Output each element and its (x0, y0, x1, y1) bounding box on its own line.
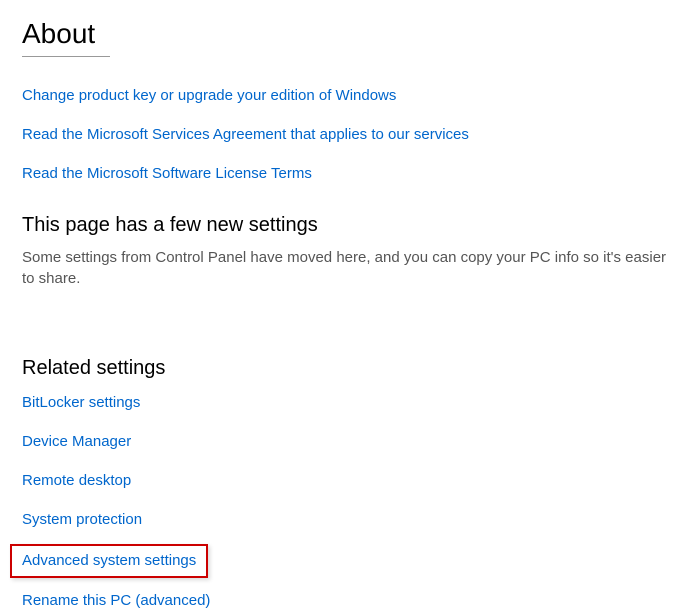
new-settings-heading: This page has a few new settings (22, 214, 674, 237)
link-remote-desktop[interactable]: Remote desktop (22, 472, 131, 489)
new-settings-description: Some settings from Control Panel have mo… (22, 247, 674, 289)
link-product-key[interactable]: Change product key or upgrade your editi… (22, 87, 674, 104)
highlighted-advanced-system-settings: Advanced system settings (10, 544, 208, 578)
link-license-terms[interactable]: Read the Microsoft Software License Term… (22, 165, 674, 182)
link-services-agreement[interactable]: Read the Microsoft Services Agreement th… (22, 126, 674, 143)
title-underline (22, 56, 110, 57)
link-advanced-system-settings[interactable]: Advanced system settings (22, 552, 196, 569)
link-system-protection[interactable]: System protection (22, 511, 142, 528)
link-device-manager[interactable]: Device Manager (22, 433, 131, 450)
related-settings-heading: Related settings (22, 357, 674, 380)
page-title: About (22, 18, 674, 50)
link-bitlocker[interactable]: BitLocker settings (22, 394, 140, 411)
